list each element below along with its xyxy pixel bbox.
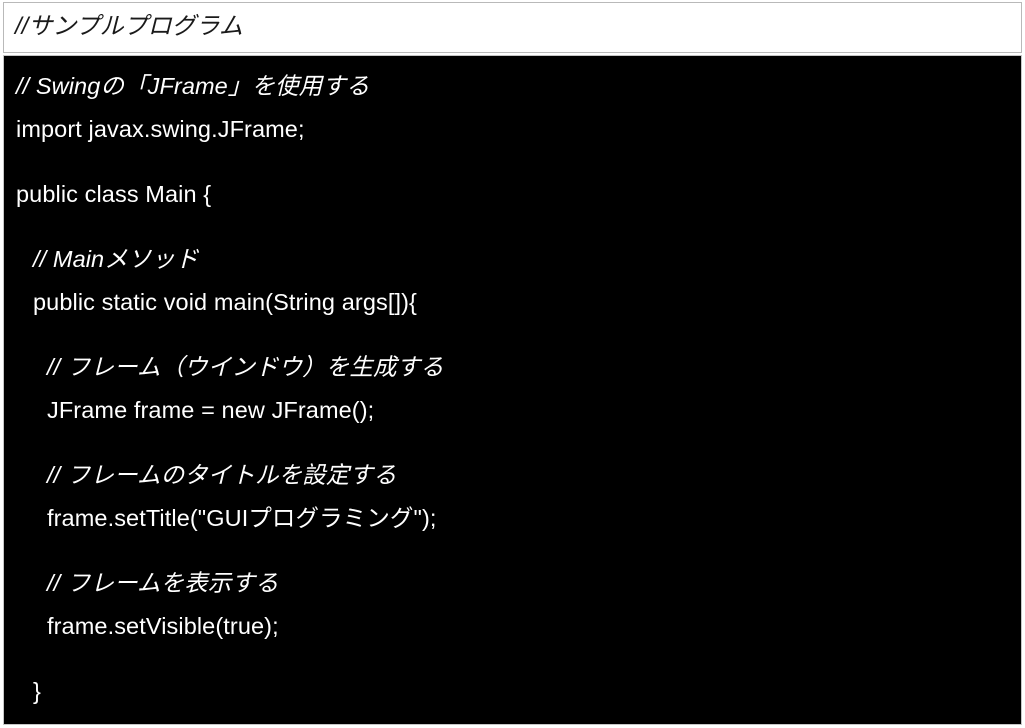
code-line: import javax.swing.JFrame;: [16, 116, 305, 142]
code-line: public class Main {: [16, 181, 212, 207]
code-line: // Mainメソッド: [33, 246, 199, 272]
code-line: // フレームのタイトルを設定する: [47, 462, 397, 488]
page-title: //サンプルプログラム: [15, 13, 243, 41]
code-line: public static void main(String args[]){: [33, 289, 417, 315]
code-line: frame.setTitle("GUIプログラミング");: [47, 505, 437, 531]
code-line: // フレームを表示する: [47, 570, 279, 596]
code-block: // Swingの「JFrame」を使用する import javax.swing…: [3, 55, 1022, 725]
sample-program-slide: //サンプルプログラム // Swingの「JFrame」を使用する import…: [0, 0, 1025, 728]
program-title-box: //サンプルプログラム: [3, 2, 1022, 53]
code-line: frame.setVisible(true);: [47, 613, 279, 639]
code-line: }: [33, 678, 41, 704]
code-lines-container: // Swingの「JFrame」を使用する import javax.swing…: [4, 65, 1021, 724]
code-line: JFrame frame = new JFrame();: [47, 397, 375, 423]
code-line: // Swingの「JFrame」を使用する: [16, 73, 370, 99]
code-line: // フレーム（ウインドウ）を生成する: [47, 354, 444, 380]
